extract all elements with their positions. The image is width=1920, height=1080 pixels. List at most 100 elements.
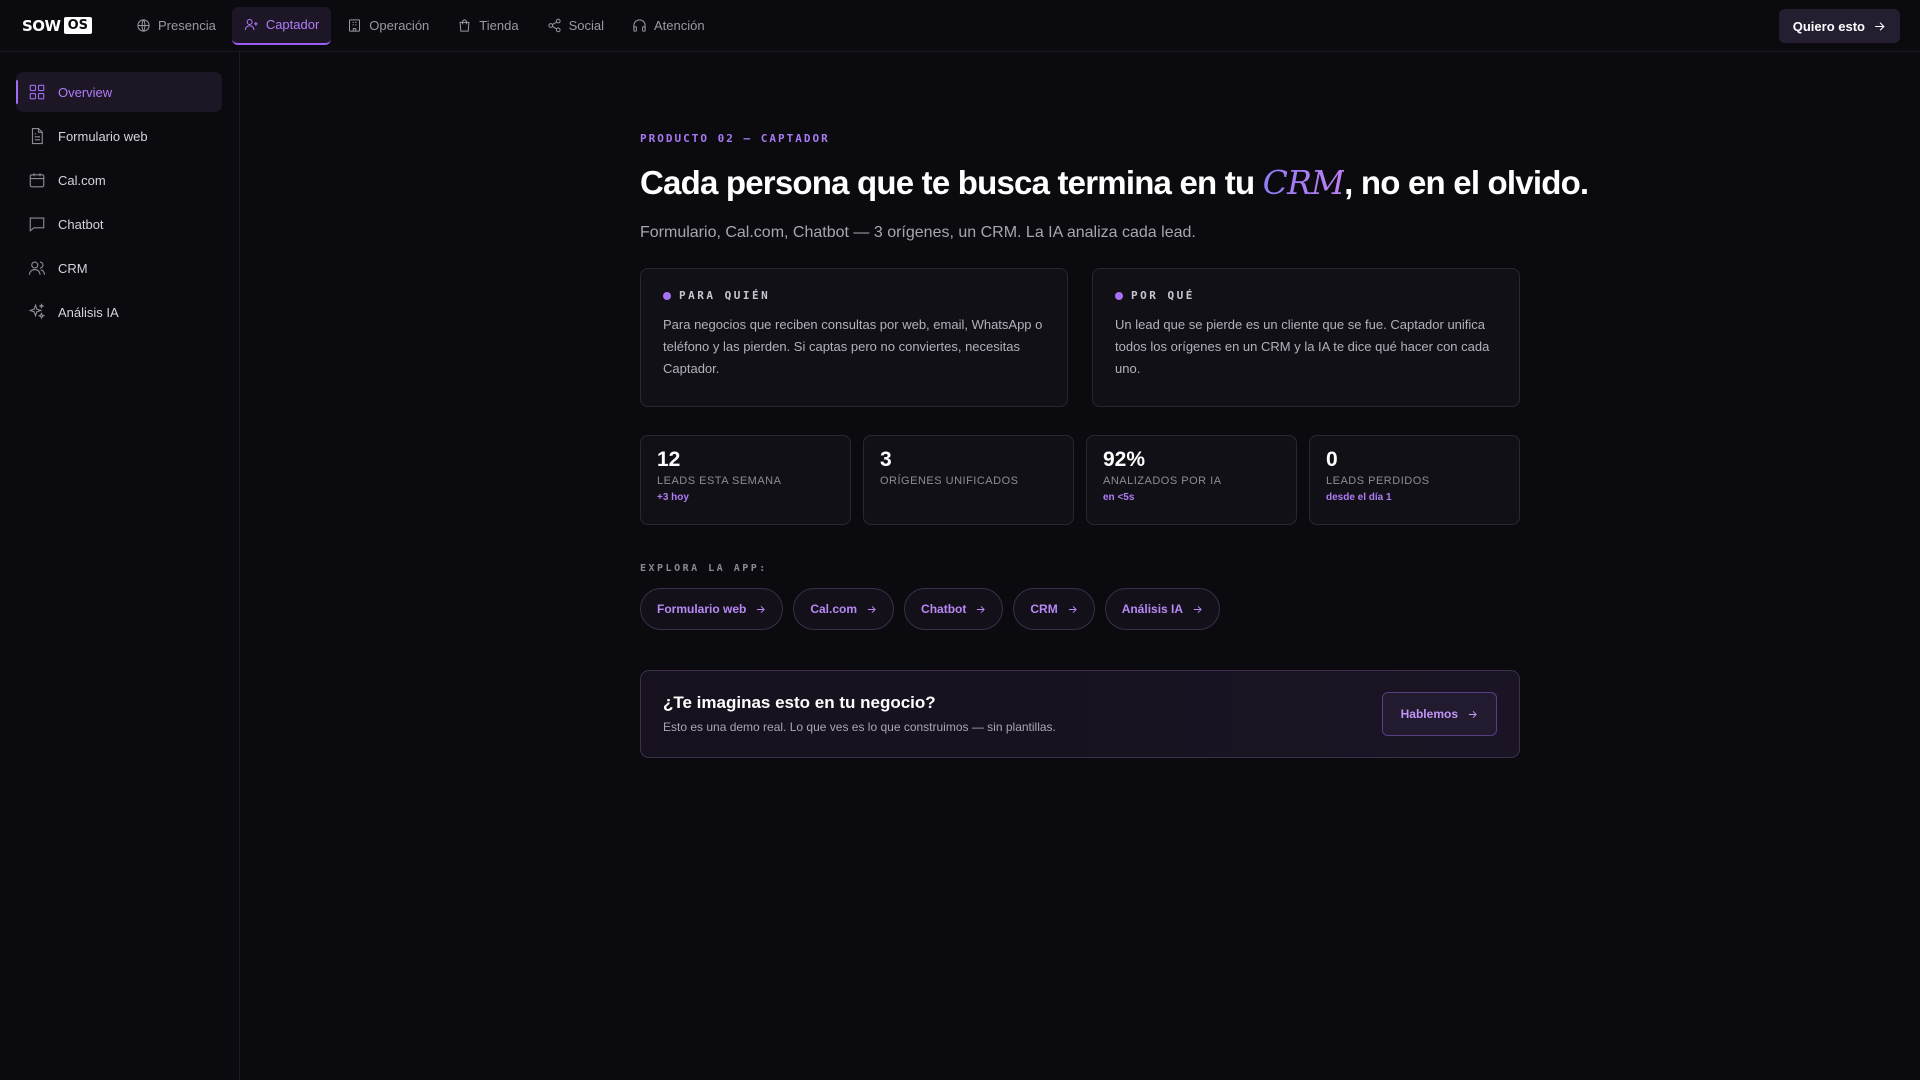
sidebar: Overview Formulario web Cal.com Chatbot … <box>0 52 240 1080</box>
sidebar-item-crm[interactable]: CRM <box>16 248 222 288</box>
banner-text: Esto es una demo real. Lo que ves es lo … <box>663 720 1056 734</box>
page-subtitle: Formulario, Cal.com, Chatbot — 3 orígene… <box>640 224 1196 241</box>
product-nav: Presencia Captador Operación Tienda Soci… <box>124 6 717 45</box>
chip-cal-com[interactable]: Cal.com <box>793 588 895 630</box>
bullet-dot-icon <box>663 291 671 300</box>
chip-formulario-web[interactable]: Formulario web <box>640 588 784 630</box>
chip-crm[interactable]: CRM <box>1013 588 1095 630</box>
sidebar-item-label: Formulario web <box>58 128 148 144</box>
stat-sub: +3 hoy <box>657 492 689 503</box>
chat-icon <box>29 217 45 232</box>
sidebar-item-label: Overview <box>58 84 113 100</box>
arrow-right-icon <box>1875 21 1885 31</box>
stat-value: 92% <box>1103 448 1146 471</box>
stat-label: ORÍGENES UNIFICADOS <box>880 475 1019 487</box>
topnav-label: Atención <box>653 18 705 33</box>
top-navigation-bar: SOW OS Presencia Captador Operación Tien… <box>0 0 1920 52</box>
info-card-para-quien: PARA QUIÉN Para negocios que reciben con… <box>640 268 1068 407</box>
brand-logo[interactable]: SOW OS <box>22 17 98 35</box>
calendar-icon <box>29 173 45 188</box>
sparkles-icon <box>28 303 46 320</box>
sidebar-item-label: Chatbot <box>58 216 104 232</box>
topnav-item-atencion[interactable]: Atención <box>620 7 717 45</box>
stat-value: 12 <box>657 448 681 471</box>
banner-title: ¿Te imaginas esto en tu negocio? <box>663 693 936 712</box>
info-cards: PARA QUIÉN Para negocios que reciben con… <box>640 268 1520 407</box>
stat-card-analizados-ia: 92% ANALIZADOS POR IA en <5s <box>1086 435 1297 525</box>
overview-content: PRODUCTO 02 — CAPTADOR Cada persona que … <box>640 52 1589 758</box>
document-icon <box>31 127 43 145</box>
topnav-item-tienda[interactable]: Tienda <box>445 7 530 45</box>
sidebar-item-analisis-ia[interactable]: Análisis IA <box>16 292 222 332</box>
info-card-title: PARA QUIÉN <box>679 289 771 302</box>
shopping-bag-icon <box>459 19 470 32</box>
info-card-body: Para negocios que reciben consultas por … <box>663 317 1043 376</box>
cta-banner: ¿Te imaginas esto en tu negocio? Esto es… <box>640 670 1520 758</box>
quiero-esto-button[interactable]: Quiero esto <box>1778 9 1900 43</box>
building-icon <box>349 19 361 32</box>
arrow-right-icon <box>1068 605 1077 613</box>
stat-card-origenes: 3 ORÍGENES UNIFICADOS <box>863 435 1074 525</box>
arrow-right-icon <box>757 605 766 613</box>
grid-icon <box>29 84 45 100</box>
chip-analisis-ia[interactable]: Análisis IA <box>1104 588 1221 630</box>
topnav-item-social[interactable]: Social <box>535 7 616 45</box>
sidebar-item-label: Análisis IA <box>58 304 119 320</box>
sidebar-item-cal-com[interactable]: Cal.com <box>16 160 222 200</box>
explore-chips: Formulario web Cal.com Chatbot CRM Análi… <box>640 588 1520 630</box>
info-card-header: PARA QUIÉN <box>663 289 1045 302</box>
topnav-label: Captador <box>265 17 320 32</box>
sidebar-item-label: CRM <box>58 260 88 276</box>
stats-row: 12 LEADS ESTA SEMANA +3 hoy 3 ORÍGENES U… <box>640 435 1520 525</box>
sidebar-item-chatbot[interactable]: Chatbot <box>16 204 222 244</box>
stat-value: 3 <box>880 448 892 471</box>
arrow-right-icon <box>977 605 986 613</box>
arrow-right-icon <box>1468 710 1477 718</box>
page-title: Cada persona que te busca termina en tu … <box>640 163 1589 202</box>
chip-label: CRM <box>1030 602 1058 616</box>
stat-label: LEADS PERDIDOS <box>1326 475 1430 487</box>
chip-label: Formulario web <box>657 602 747 616</box>
sidebar-item-overview[interactable]: Overview <box>16 72 222 112</box>
topnav-label: Operación <box>369 18 430 33</box>
stat-card-leads-perdidos: 0 LEADS PERDIDOS desde el día 1 <box>1309 435 1520 525</box>
logo-box-text: OS <box>63 17 93 34</box>
logo-text: SOW <box>22 16 61 35</box>
stat-sub: desde el día 1 <box>1326 492 1392 503</box>
topnav-label: Tienda <box>479 18 519 33</box>
stat-value: 0 <box>1326 448 1338 471</box>
headline-after: , no en el olvido. <box>1344 164 1589 201</box>
globe-icon <box>137 19 150 32</box>
bullet-dot-icon <box>1115 291 1123 300</box>
banner-button-label: Hablemos <box>1400 707 1458 721</box>
product-eyebrow: PRODUCTO 02 — CAPTADOR <box>640 132 830 145</box>
cta-label: Quiero esto <box>1792 18 1865 34</box>
info-card-body: Un lead que se pierde es un cliente que … <box>1115 317 1490 376</box>
stat-label: ANALIZADOS POR IA <box>1103 475 1222 487</box>
topnav-label: Presencia <box>158 18 216 33</box>
chip-label: Cal.com <box>810 602 858 616</box>
user-plus-icon <box>244 19 258 31</box>
arrow-right-icon <box>867 605 876 613</box>
topnav-label: Social <box>568 18 604 33</box>
headline-highlight: CRM <box>1262 163 1345 202</box>
stat-label: LEADS ESTA SEMANA <box>657 475 782 487</box>
explore-label: EXPLORA LA APP: <box>640 563 768 574</box>
sidebar-item-label: Cal.com <box>58 172 106 188</box>
info-card-por-que: POR QUÉ Un lead que se pierde es un clie… <box>1092 268 1520 407</box>
stat-sub: en <5s <box>1103 492 1135 503</box>
topnav-item-presencia[interactable]: Presencia <box>124 7 228 45</box>
share-icon <box>547 18 561 33</box>
users-icon <box>28 261 46 275</box>
headphones-icon <box>633 19 646 32</box>
chip-chatbot[interactable]: Chatbot <box>904 588 1004 630</box>
topnav-item-captador[interactable]: Captador <box>231 6 332 45</box>
hablemos-button[interactable]: Hablemos <box>1381 692 1497 736</box>
chip-label: Chatbot <box>921 602 967 616</box>
info-card-header: POR QUÉ <box>1115 289 1497 302</box>
sidebar-item-formulario-web[interactable]: Formulario web <box>16 116 222 156</box>
headline-before: Cada persona que te busca termina en tu <box>640 164 1263 201</box>
topnav-item-operacion[interactable]: Operación <box>335 7 441 45</box>
arrow-right-icon <box>1193 605 1202 613</box>
chip-label: Análisis IA <box>1121 602 1184 616</box>
